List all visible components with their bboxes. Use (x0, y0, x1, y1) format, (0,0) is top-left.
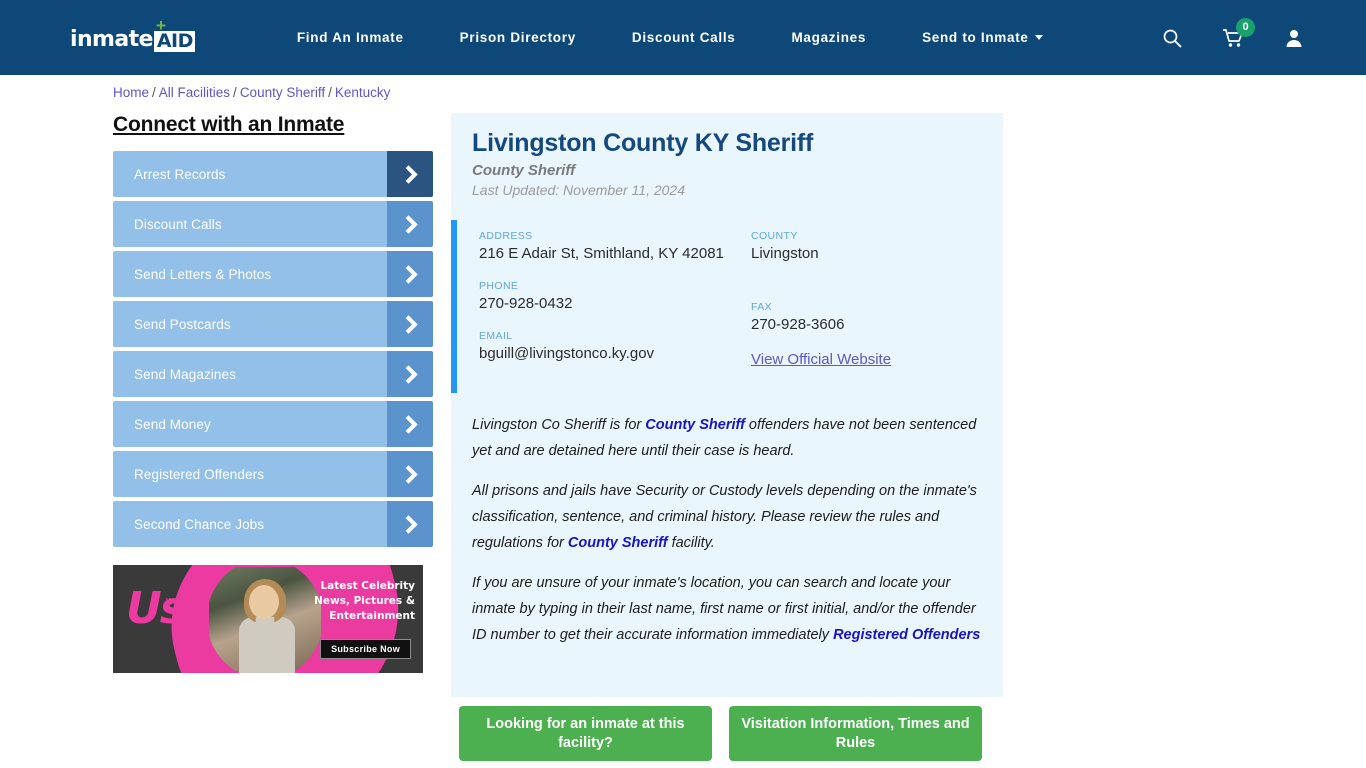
paragraph-2-text-b: facility. (667, 535, 715, 551)
breadcrumb: Home / All Facilities / County Sheriff / Kentu… (113, 85, 390, 100)
sidebar-title: Connect with an Inmate (113, 113, 345, 136)
sidebar-item-send-postcards[interactable]: Send Postcards (113, 301, 433, 347)
facility-panel: Livingston County KY Sheriff County Sher… (451, 113, 1003, 697)
description-paragraph-3: If you are unsure of your inmate's locat… (472, 570, 981, 648)
sidebar-item-send-magazines[interactable]: Send Magazines (113, 351, 433, 397)
facility-info-block: ADDRESS 216 E Adair St, Smithland, KY 42… (451, 220, 1003, 394)
nav-item-find-an-inmate[interactable]: Find An Inmate (269, 30, 432, 45)
sidebar-item-arrest-records[interactable]: Arrest Records (113, 151, 433, 197)
registered-offenders-link[interactable]: Registered Offenders (833, 627, 980, 643)
nav-label: Magazines (791, 30, 867, 45)
breadcrumb-item-county-sheriff[interactable]: County Sheriff (240, 85, 325, 100)
info-column-left: ADDRESS 216 E Adair St, Smithland, KY 42… (479, 230, 751, 380)
nav-item-magazines[interactable]: Magazines (763, 30, 894, 45)
address-value: 216 E Adair St, Smithland, KY 42081 (479, 245, 724, 262)
breadcrumb-item-all-facilities[interactable]: All Facilities (159, 85, 230, 100)
accent-bar (451, 220, 457, 393)
county-sheriff-link-1[interactable]: County Sheriff (645, 417, 745, 433)
cart-icon[interactable]: 0 (1222, 17, 1255, 48)
phone-value: 270-928-0432 (479, 295, 573, 312)
description-paragraph-1: Livingston Co Sheriff is for County Sher… (472, 412, 981, 464)
column-spacer (751, 280, 1001, 301)
chevron-right-icon (387, 301, 433, 347)
ad-brand-logo: Us (126, 583, 186, 634)
chevron-down-icon (1034, 35, 1043, 40)
advertisement-banner[interactable]: Us WEEKLY Latest Celebrity News, Picture… (113, 565, 423, 673)
chevron-right-icon (387, 251, 433, 297)
email-value: bguill@livingstonco.ky.gov (479, 345, 655, 362)
paragraph-1-text-a: Livingston Co Sheriff is for (472, 417, 646, 433)
ad-headline: Latest Celebrity News, Pictures & Entert… (314, 580, 415, 622)
cart-count-badge: 0 (1236, 17, 1255, 37)
sidebar-item-send-money[interactable]: Send Money (113, 401, 433, 447)
sidebar-item-send-letters-photos[interactable]: Send Letters & Photos (113, 251, 433, 297)
header-icon-group: 0 (1162, 0, 1304, 75)
sidebar-item-label: Send Postcards (134, 316, 231, 332)
cta-button-row: Looking for an inmate at this facility? … (459, 706, 982, 761)
facility-type: County Sheriff (472, 162, 576, 179)
breadcrumb-item-home[interactable]: Home (113, 85, 149, 100)
breadcrumb-separator: / (152, 85, 156, 100)
breadcrumb-item-kentucky[interactable]: Kentucky (335, 85, 391, 100)
nav-label: Find An Inmate (296, 30, 404, 45)
sidebar-item-label: Send Money (134, 416, 211, 432)
logo-word: inmate (70, 26, 153, 52)
site-header: inmate AID + Find An Inmate Prison Direc… (0, 0, 1366, 75)
sidebar-item-label: Send Magazines (134, 366, 236, 382)
facility-header: Livingston County KY Sheriff County Sher… (451, 113, 1003, 198)
nav-item-prison-directory[interactable]: Prison Directory (432, 30, 604, 45)
phone-label: PHONE (479, 280, 519, 292)
email-label: EMAIL (479, 330, 513, 342)
main-navigation: Find An Inmate Prison Directory Discount… (269, 30, 1071, 45)
chevron-right-icon (387, 201, 433, 247)
sidebar-item-label: Discount Calls (134, 216, 222, 232)
sidebar: Connect with an Inmate Arrest Records Di… (113, 113, 433, 673)
page-title: Livingston County KY Sheriff (472, 129, 814, 157)
site-logo[interactable]: inmate AID + (70, 17, 195, 52)
fax-label: FAX (751, 301, 773, 313)
chevron-right-icon (387, 151, 433, 197)
county-label: COUNTY (751, 230, 798, 242)
ad-photo-person-face (249, 585, 279, 619)
chevron-right-icon (387, 351, 433, 397)
chevron-right-icon (387, 401, 433, 447)
last-updated: Last Updated: November 11, 2024 (472, 182, 685, 198)
nav-item-send-to-inmate[interactable]: Send to Inmate (894, 30, 1071, 45)
plus-icon: + (156, 15, 166, 35)
address-label: ADDRESS (479, 230, 533, 242)
nav-item-discount-calls[interactable]: Discount Calls (604, 30, 764, 45)
visitation-info-button[interactable]: Visitation Information, Times and Rules (729, 706, 982, 761)
sidebar-item-discount-calls[interactable]: Discount Calls (113, 201, 433, 247)
breadcrumb-separator: / (233, 85, 237, 100)
county-value: Livingston (751, 245, 819, 262)
description-paragraph-2: All prisons and jails have Security or C… (472, 478, 981, 556)
sidebar-item-label: Arrest Records (134, 166, 226, 182)
county-sheriff-link-2[interactable]: County Sheriff (568, 535, 668, 551)
paragraph-2-text-a: All prisons and jails have Security or C… (472, 483, 977, 551)
ad-brand-sublabel: WEEKLY (166, 597, 206, 606)
chevron-right-icon (387, 501, 433, 547)
sidebar-item-label: Second Chance Jobs (134, 516, 265, 532)
search-icon[interactable] (1162, 28, 1182, 48)
breadcrumb-separator: / (328, 85, 332, 100)
nav-label: Discount Calls (631, 30, 736, 45)
nav-label: Prison Directory (459, 30, 576, 45)
fax-value: 270-928-3606 (751, 316, 845, 333)
chevron-right-icon (387, 451, 433, 497)
facility-description: Livingston Co Sheriff is for County Sher… (451, 412, 1003, 648)
sidebar-item-second-chance-jobs[interactable]: Second Chance Jobs (113, 501, 433, 547)
user-icon[interactable] (1284, 28, 1304, 48)
official-website-link[interactable]: View Official Website (751, 351, 891, 368)
find-inmate-button[interactable]: Looking for an inmate at this facility? (459, 706, 712, 761)
ad-subscribe-button[interactable]: Subscribe Now (320, 639, 411, 659)
ad-photo-person-body (239, 617, 295, 673)
sidebar-item-label: Send Letters & Photos (134, 266, 272, 282)
sidebar-item-label: Registered Offenders (134, 466, 265, 482)
sidebar-item-registered-offenders[interactable]: Registered Offenders (113, 451, 433, 497)
nav-label: Send to Inmate (922, 30, 1029, 45)
info-column-right: COUNTY Livingston FAX 270-928-3606 View … (751, 230, 1001, 380)
